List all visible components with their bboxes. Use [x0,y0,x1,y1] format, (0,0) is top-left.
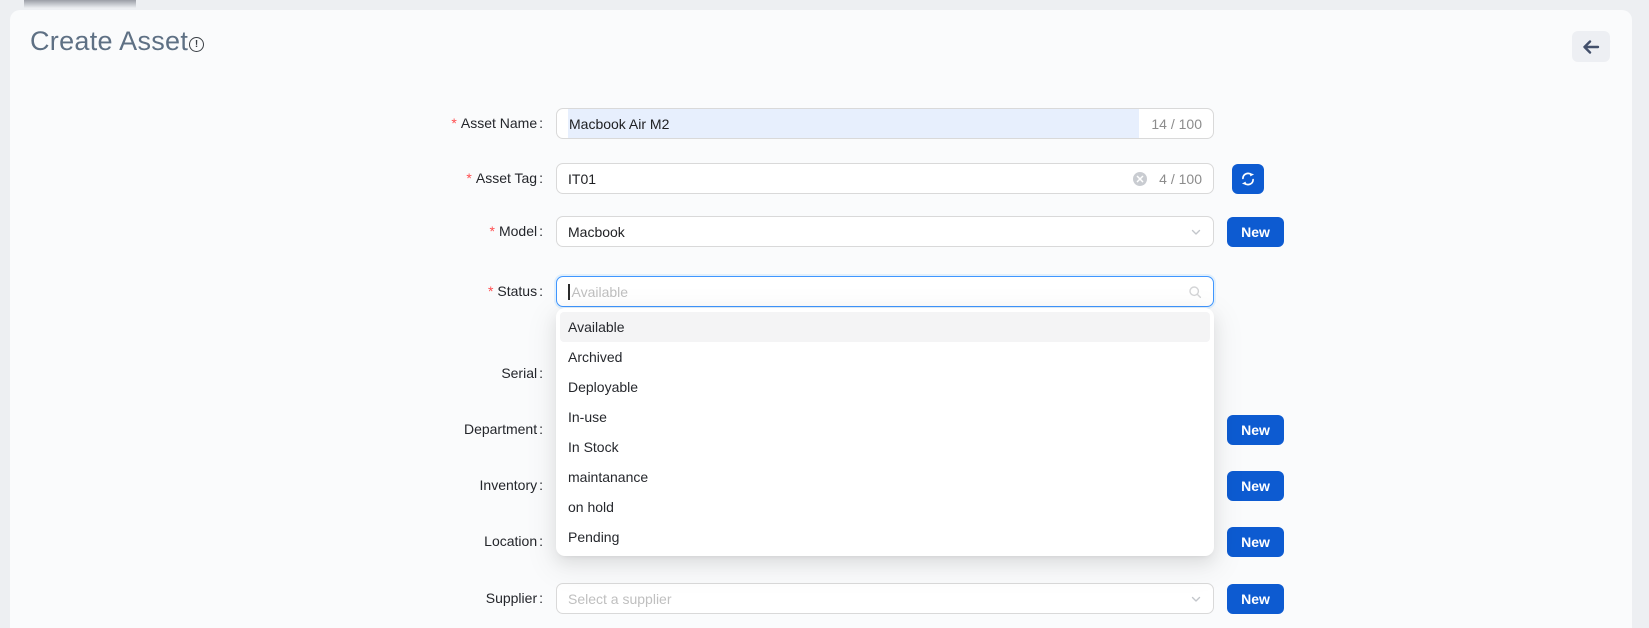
status-option-available[interactable]: Available [560,312,1210,342]
label-colon: : [539,283,543,299]
label-colon: : [539,115,543,131]
generate-asset-tag-button[interactable] [1232,164,1264,194]
new-department-button[interactable]: New [1227,415,1284,445]
info-icon[interactable]: ! [189,37,204,52]
required-mark: * [466,170,471,186]
clear-icon[interactable] [1133,172,1147,186]
required-mark: * [490,223,495,239]
label-colon: : [539,421,543,437]
asset-name-input[interactable]: Macbook Air M2 14 / 100 [556,108,1214,139]
label-colon: : [539,533,543,549]
label-colon: : [539,365,543,381]
field-label-status: *Status: [300,276,543,307]
label-text: Serial [501,365,537,381]
page-title: Create Asset [30,26,188,57]
label-text: Status [497,283,537,299]
chevron-down-icon [1190,226,1202,238]
info-glyph: ! [195,39,198,50]
label-colon: : [539,170,543,186]
label-colon: : [539,223,543,239]
new-supplier-label: New [1241,591,1270,607]
required-mark: * [451,115,456,131]
field-label-inventory: Inventory: [300,470,543,501]
label-text: Supplier [486,590,537,606]
required-mark: * [488,283,493,299]
field-label-serial: Serial: [300,358,543,389]
asset-tag-value: IT01 [568,171,1121,187]
label-text: Asset Tag [476,170,537,186]
corner-shadow [24,0,136,9]
search-icon [1188,285,1202,299]
label-text: Inventory [480,477,538,493]
sync-icon [1240,171,1256,187]
status-option-in-stock[interactable]: In Stock [560,432,1210,462]
status-option-archived[interactable]: Archived [560,342,1210,372]
arrow-left-icon [1582,40,1600,54]
field-label-supplier: Supplier: [300,583,543,614]
status-select[interactable]: Available [556,276,1214,307]
supplier-placeholder: Select a supplier [568,591,672,607]
field-label-location: Location: [300,526,543,557]
status-option-on-hold[interactable]: on hold [560,492,1210,522]
field-label-model: *Model: [300,216,543,247]
model-select[interactable]: Macbook [556,216,1214,247]
new-inventory-label: New [1241,478,1270,494]
asset-name-value: Macbook Air M2 [569,116,669,132]
label-colon: : [539,477,543,493]
new-inventory-button[interactable]: New [1227,471,1284,501]
new-location-label: New [1241,534,1270,550]
asset-name-autofill-area: Macbook Air M2 [568,109,1139,138]
text-caret [568,284,570,300]
status-option-maintanance[interactable]: maintanance [560,462,1210,492]
asset-tag-char-count: 4 / 100 [1159,171,1202,187]
label-text: Location [484,533,537,549]
status-placeholder: Available [572,284,629,300]
field-label-asset-name: * Asset Name: [300,108,543,139]
status-option-in-use[interactable]: In-use [560,402,1210,432]
new-model-label: New [1241,224,1270,240]
status-dropdown: Available Archived Deployable In-use In … [556,308,1214,556]
create-asset-screen: Create Asset ! * Asset Name: Macbook Air … [0,0,1649,628]
label-colon: : [539,590,543,606]
status-option-deployable[interactable]: Deployable [560,372,1210,402]
new-location-button[interactable]: New [1227,527,1284,557]
chevron-down-icon [1190,593,1202,605]
label-text: Model [499,223,537,239]
supplier-select[interactable]: Select a supplier [556,583,1214,614]
new-supplier-button[interactable]: New [1227,584,1284,614]
new-model-button[interactable]: New [1227,217,1284,247]
status-option-pending[interactable]: Pending [560,522,1210,552]
label-text: Asset Name [461,115,537,131]
asset-name-char-count: 14 / 100 [1151,116,1202,132]
label-text: Department [464,421,537,437]
field-label-department: Department: [300,414,543,445]
new-department-label: New [1241,422,1270,438]
field-label-asset-tag: * Asset Tag: [300,163,543,194]
back-button[interactable] [1572,31,1610,62]
asset-tag-input[interactable]: IT01 4 / 100 [556,163,1214,194]
model-value: Macbook [568,224,625,240]
